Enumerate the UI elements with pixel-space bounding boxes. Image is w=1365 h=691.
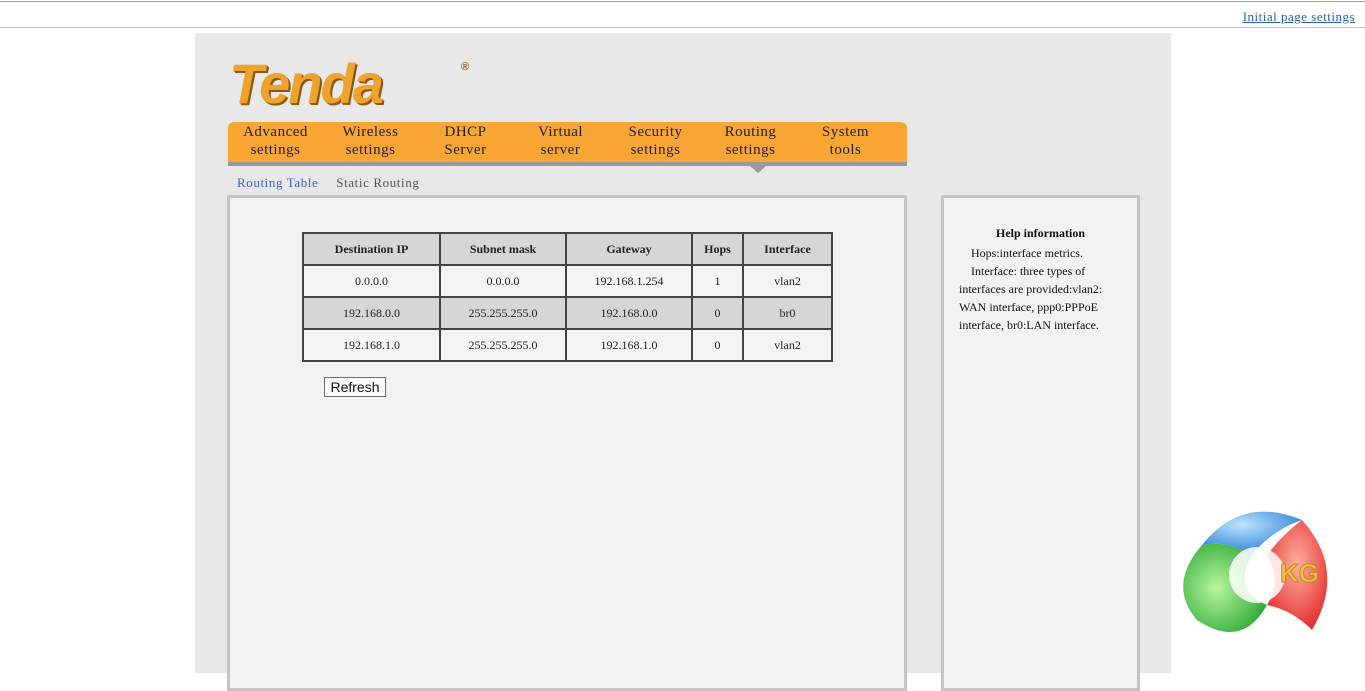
nav-label-line2: settings [630, 142, 681, 158]
col-hops: Hops [691, 232, 744, 266]
cell-hops: 0 [691, 328, 744, 362]
refresh-button[interactable]: Refresh [324, 377, 386, 397]
cell-hops: 0 [691, 296, 744, 330]
nav-label-line1: Wireless [342, 124, 399, 140]
nav-label-line1: Routing [724, 124, 777, 140]
table-row: 192.168.1.0 255.255.255.0 192.168.1.0 0 … [302, 328, 833, 362]
cell-gateway: 192.168.0.0 [565, 296, 693, 330]
sub-tabs: Routing Table Static Routing [237, 175, 433, 191]
col-gateway: Gateway [565, 232, 693, 266]
cell-interface: vlan2 [742, 264, 833, 298]
top-border [0, 1, 1365, 2]
table-row: 0.0.0.0 0.0.0.0 192.168.1.254 1 vlan2 [302, 264, 833, 298]
nav-routing-settings[interactable]: Routing settings [703, 122, 798, 162]
help-panel: Help information Hops:interface metrics.… [941, 195, 1140, 691]
tenda-logo: Tenda ® [229, 51, 469, 116]
kg-watermark-logo: KG [1183, 511, 1328, 632]
cell-gateway: 192.168.1.254 [565, 264, 693, 298]
cell-destination-ip: 192.168.0.0 [302, 296, 441, 330]
nav-label-line2: settings [725, 142, 776, 158]
nav-label-line1: Virtual [537, 124, 584, 140]
nav-label-line2: server [540, 142, 581, 158]
nav-dhcp-server[interactable]: DHCP Server [418, 122, 513, 162]
routing-table: Destination IP Subnet mask Gateway Hops … [302, 232, 833, 362]
header-divider [0, 27, 1365, 28]
nav-security-settings[interactable]: Security settings [608, 122, 703, 162]
nav-label-line2: Server [444, 142, 487, 158]
cell-interface: vlan2 [742, 328, 833, 362]
col-subnet-mask: Subnet mask [439, 232, 567, 266]
cell-gateway: 192.168.1.0 [565, 328, 693, 362]
content-panel: Destination IP Subnet mask Gateway Hops … [227, 195, 907, 691]
nav-label-line1: Security [628, 124, 683, 140]
nav-label-line1: System [821, 124, 870, 140]
cell-subnet-mask: 0.0.0.0 [439, 264, 567, 298]
cell-destination-ip: 0.0.0.0 [302, 264, 441, 298]
cell-interface: br0 [742, 296, 833, 330]
nav-label-line2: settings [250, 142, 301, 158]
tab-static-routing[interactable]: Static Routing [336, 175, 419, 190]
initial-page-settings-link[interactable]: Initial page settings [1243, 9, 1355, 25]
main-nav: Advanced settings Wireless settings DHCP… [228, 122, 907, 166]
table-row: 192.168.0.0 255.255.255.0 192.168.0.0 0 … [302, 296, 833, 330]
help-hops-text: Hops:interface metrics. [971, 246, 1083, 260]
registered-mark: ® [461, 61, 469, 73]
nav-label-line2: tools [829, 142, 862, 158]
logo-text: Tenda [229, 52, 384, 115]
cell-destination-ip: 192.168.1.0 [302, 328, 441, 362]
table-header-row: Destination IP Subnet mask Gateway Hops … [302, 232, 833, 266]
help-interface-text: Interface: three types of interfaces are… [959, 264, 1103, 332]
tab-routing-table[interactable]: Routing Table [237, 175, 318, 190]
nav-advanced-settings[interactable]: Advanced settings [228, 122, 323, 162]
help-title: Help information [996, 226, 1085, 240]
active-nav-caret-icon [750, 166, 766, 173]
router-admin-frame: Tenda ® Advanced settings Wireless setti… [195, 33, 1171, 691]
nav-virtual-server[interactable]: Virtual server [513, 122, 608, 162]
nav-label-line1: Advanced [243, 124, 308, 140]
nav-label-line2: settings [345, 142, 396, 158]
help-body: Hops:interface metrics. Interface: three… [959, 244, 1109, 334]
watermark-text: KG [1280, 558, 1319, 588]
col-interface: Interface [742, 232, 833, 266]
nav-wireless-settings[interactable]: Wireless settings [323, 122, 418, 162]
nav-label-line1: DHCP [444, 124, 487, 140]
cell-subnet-mask: 255.255.255.0 [439, 296, 567, 330]
col-destination-ip: Destination IP [302, 232, 441, 266]
nav-system-tools[interactable]: System tools [798, 122, 893, 162]
cell-subnet-mask: 255.255.255.0 [439, 328, 567, 362]
cell-hops: 1 [691, 264, 744, 298]
